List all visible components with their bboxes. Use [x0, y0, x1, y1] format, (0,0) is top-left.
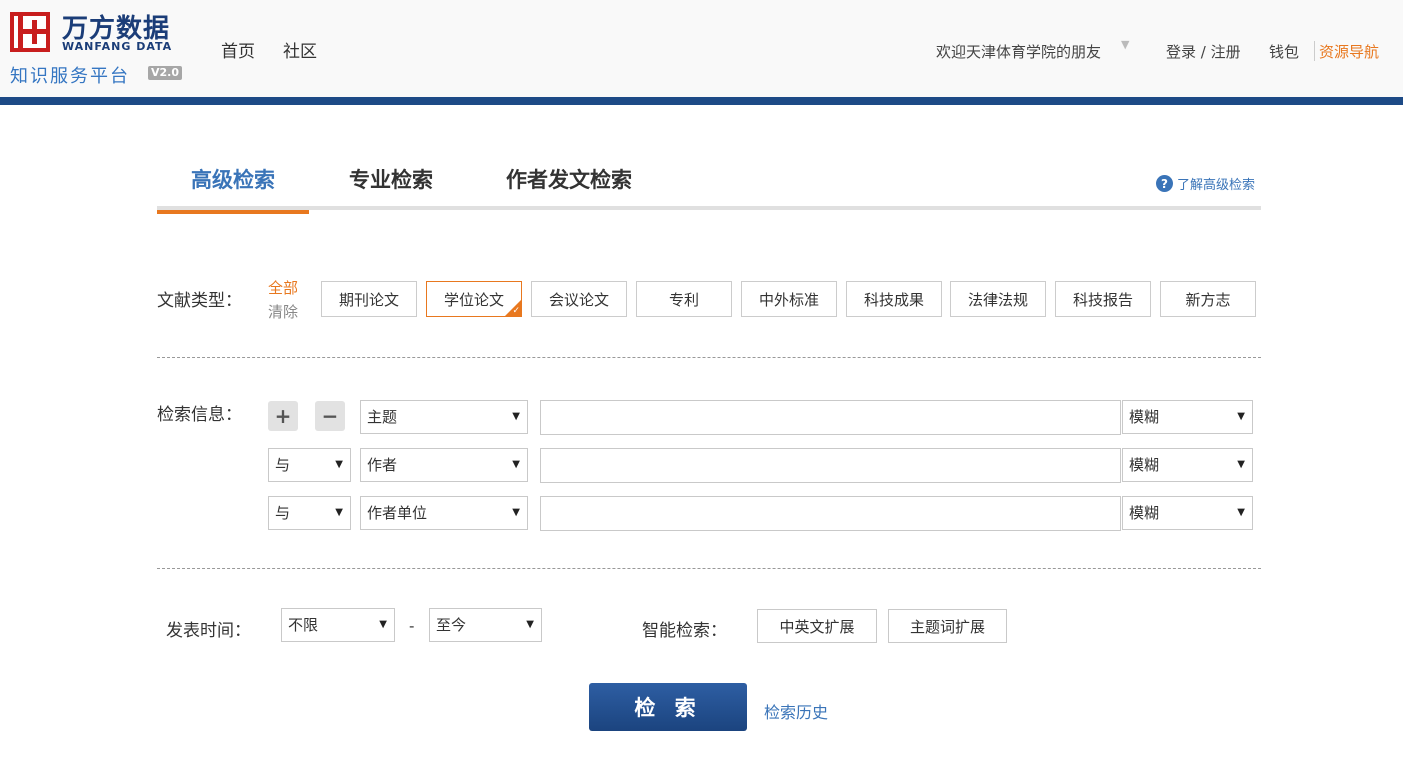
search-tabs: 高级检索 专业检索 作者发文检索 ? 了解高级检索	[157, 160, 1261, 214]
doc-type-standard[interactable]: 中外标准	[741, 281, 837, 317]
field-select[interactable]: 作者单位 ▼	[360, 496, 528, 530]
nav-community[interactable]: 社区	[283, 37, 317, 62]
match-select-value: 模糊	[1129, 504, 1160, 522]
logic-select[interactable]: 与 ▼	[268, 496, 351, 530]
dropdown-arrow-icon: ▼	[1237, 459, 1245, 470]
time-to-select[interactable]: 至今 ▼	[429, 608, 542, 642]
header-accent-bar	[0, 97, 1403, 105]
doc-type-label-text: 期刊论文	[338, 290, 399, 309]
match-select[interactable]: 模糊 ▼	[1122, 448, 1253, 482]
time-from-value: 不限	[288, 616, 319, 634]
match-select-value: 模糊	[1129, 456, 1160, 474]
doc-type-thesis[interactable]: 学位论文 ✓	[426, 281, 522, 317]
tab-advanced-search[interactable]: 高级检索	[157, 164, 309, 214]
search-input[interactable]	[540, 448, 1121, 483]
dropdown-arrow-icon: ▼	[1237, 411, 1245, 422]
time-to-value: 至今	[436, 616, 467, 634]
doc-type-achievement[interactable]: 科技成果	[846, 281, 942, 317]
main-nav: 首页 社区	[221, 37, 317, 62]
caret-down-icon[interactable]: ▼	[1121, 38, 1129, 51]
dropdown-arrow-icon: ▼	[379, 619, 387, 630]
doc-type-label-text: 学位论文	[443, 290, 504, 309]
select-all-link[interactable]: 全部	[268, 277, 298, 298]
field-select[interactable]: 作者 ▼	[360, 448, 528, 482]
cn-en-expand-button[interactable]: 中英文扩展	[757, 609, 877, 643]
divider	[157, 357, 1261, 358]
nav-home[interactable]: 首页	[221, 37, 255, 62]
doc-type-label-text: 中外标准	[758, 290, 819, 309]
login-register-link[interactable]: 登录 / 注册	[1166, 41, 1241, 62]
dropdown-arrow-icon: ▼	[512, 507, 520, 518]
doc-type-journal[interactable]: 期刊论文	[321, 281, 417, 317]
logo-subtitle: 知识服务平台	[10, 66, 130, 87]
add-row-button[interactable]: +	[268, 401, 298, 431]
doc-type-patent[interactable]: 专利	[636, 281, 732, 317]
version-badge: V2.0	[148, 66, 182, 80]
match-select[interactable]: 模糊 ▼	[1122, 496, 1253, 530]
match-select[interactable]: 模糊 ▼	[1122, 400, 1253, 434]
dropdown-arrow-icon: ▼	[512, 411, 520, 422]
dropdown-arrow-icon: ▼	[335, 459, 343, 470]
clear-link[interactable]: 清除	[268, 301, 298, 322]
search-input[interactable]	[540, 400, 1121, 435]
help-link-label: 了解高级检索	[1176, 178, 1255, 193]
logic-select-value: 与	[275, 504, 291, 522]
divider	[1314, 41, 1315, 61]
wanfang-logo[interactable]: 万方数据 WANFANG DATA 知识服务平台 V2.0	[10, 10, 185, 90]
doc-type-label-text: 科技成果	[863, 290, 924, 309]
logic-select[interactable]: 与 ▼	[268, 448, 351, 482]
dropdown-arrow-icon: ▼	[1237, 507, 1245, 518]
field-select-value: 作者	[367, 456, 398, 474]
field-select-value: 主题	[367, 408, 398, 426]
logic-select-value: 与	[275, 456, 291, 474]
top-header: 万方数据 WANFANG DATA 知识服务平台 V2.0 首页 社区 欢迎天津…	[0, 0, 1403, 98]
divider	[157, 568, 1261, 569]
check-icon: ✓	[512, 306, 520, 316]
time-from-select[interactable]: 不限 ▼	[281, 608, 395, 642]
resource-nav-link[interactable]: 资源导航	[1319, 41, 1379, 62]
tab-author-search[interactable]: 作者发文检索	[493, 164, 645, 210]
search-input[interactable]	[540, 496, 1121, 531]
dropdown-arrow-icon: ▼	[526, 619, 534, 630]
field-select-value: 作者单位	[367, 504, 428, 522]
wallet-link[interactable]: 钱包	[1269, 41, 1299, 62]
field-select[interactable]: 主题 ▼	[360, 400, 528, 434]
doc-type-local-chronicle[interactable]: 新方志	[1160, 281, 1256, 317]
time-separator: -	[409, 617, 415, 635]
doc-type-label-text: 科技报告	[1072, 290, 1133, 309]
doc-type-label-text: 专利	[668, 290, 699, 309]
doc-type-label: 文献类型：	[157, 291, 242, 311]
question-icon: ?	[1155, 175, 1173, 192]
doc-type-report[interactable]: 科技报告	[1055, 281, 1151, 317]
help-link[interactable]: ? 了解高级检索	[1155, 174, 1255, 193]
dropdown-arrow-icon: ▼	[512, 459, 520, 470]
doc-type-label-text: 法律法规	[967, 290, 1028, 309]
welcome-text[interactable]: 欢迎天津体育学院的朋友	[936, 41, 1101, 62]
logo-name-en: WANFANG DATA	[62, 40, 173, 53]
search-info-label: 检索信息：	[157, 405, 242, 425]
subject-expand-button[interactable]: 主题词扩展	[888, 609, 1007, 643]
tab-professional-search[interactable]: 专业检索	[333, 164, 449, 210]
match-select-value: 模糊	[1129, 408, 1160, 426]
dropdown-arrow-icon: ▼	[335, 507, 343, 518]
doc-type-label-text: 新方志	[1185, 290, 1231, 309]
doc-type-conference[interactable]: 会议论文	[531, 281, 627, 317]
remove-row-button[interactable]: −	[315, 401, 345, 431]
search-history-link[interactable]: 检索历史	[764, 699, 828, 723]
doc-type-law[interactable]: 法律法规	[950, 281, 1046, 317]
smart-search-label: 智能检索：	[642, 621, 727, 641]
publish-time-label: 发表时间：	[166, 621, 251, 641]
doc-type-label-text: 会议论文	[548, 290, 609, 309]
search-button[interactable]: 检 索	[589, 683, 747, 731]
wanfang-logo-icon	[10, 12, 50, 52]
